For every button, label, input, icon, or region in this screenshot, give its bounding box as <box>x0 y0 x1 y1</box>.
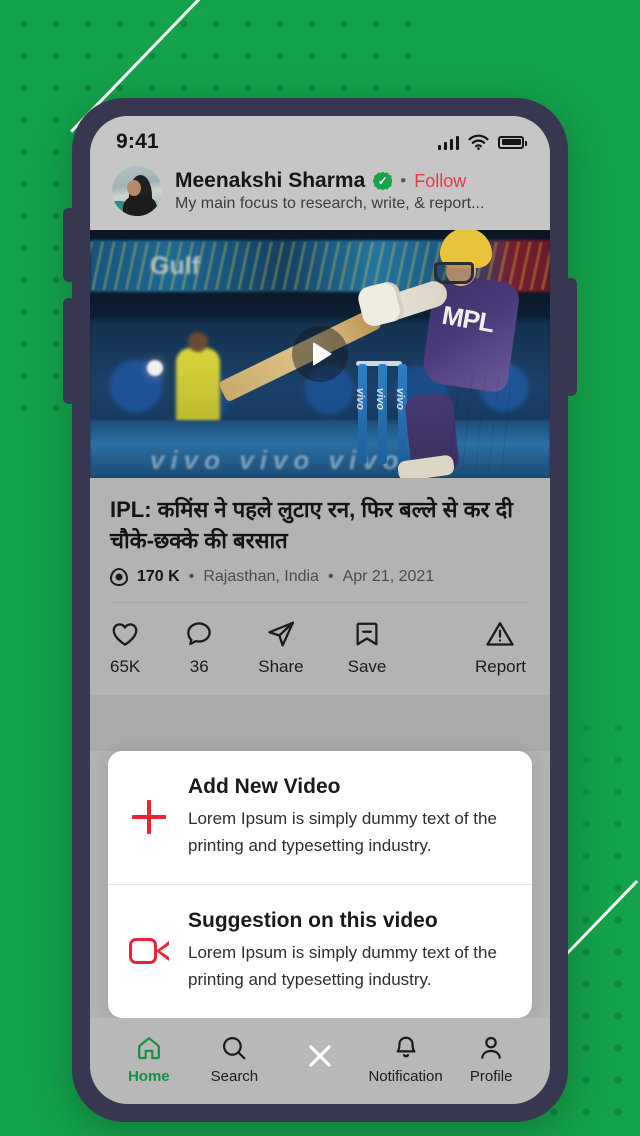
article-section: IPL: कमिंस ने पहले लुटाए रन, फिर बल्ले स… <box>90 478 550 696</box>
share-label: Share <box>258 657 304 677</box>
report-button[interactable]: Report <box>475 619 526 677</box>
nav-label-search: Search <box>210 1067 259 1085</box>
option-description: Lorem Ipsum is simply dummy text of the … <box>188 942 497 990</box>
nav-item-profile[interactable]: Profile <box>448 1034 534 1085</box>
volume-up-button[interactable] <box>63 208 74 282</box>
video-camera-icon <box>128 938 170 965</box>
follow-button[interactable]: Follow <box>414 171 466 192</box>
author-name: Meenakshi Sharma <box>175 169 366 192</box>
status-bar-time: 9:41 <box>116 130 159 153</box>
nav-label-notification: Notification <box>368 1067 443 1085</box>
share-button[interactable]: Share <box>258 619 304 677</box>
phone-mockup: 9:41 Meenakshi Sharma ✓ • Follow My main… <box>63 98 577 1122</box>
volume-down-button[interactable] <box>63 298 74 404</box>
close-icon[interactable] <box>277 1039 363 1079</box>
plus-icon <box>128 800 170 835</box>
power-button[interactable] <box>566 278 577 396</box>
author-header[interactable]: Meenakshi Sharma ✓ • Follow My main focu… <box>90 162 550 230</box>
fielder-figure <box>176 332 220 430</box>
heart-icon <box>112 623 138 647</box>
action-bar: 65K 36 Share Save Report <box>110 602 530 695</box>
article-location: Rajasthan, India <box>203 568 319 586</box>
article-meta: 170 K • Rajasthan, India • Apr 21, 2021 <box>110 568 530 587</box>
nav-label-home: Home <box>127 1067 170 1085</box>
option-title: Add New Video <box>188 774 341 798</box>
like-count: 65K <box>110 657 141 677</box>
separator: • <box>188 568 195 586</box>
notification-bell-icon <box>396 1036 416 1057</box>
verified-badge-icon: ✓ <box>373 171 393 191</box>
comment-count: 36 <box>189 657 209 677</box>
author-text: Meenakshi Sharma ✓ • Follow My main focu… <box>175 169 528 213</box>
article-date: Apr 21, 2021 <box>342 568 435 586</box>
video-thumbnail[interactable]: vivo vivo vivo MPL <box>90 230 550 478</box>
nav-item-search[interactable]: Search <box>192 1034 278 1085</box>
report-label: Report <box>474 657 526 677</box>
cricket-ball <box>147 360 163 376</box>
signal-bars-icon <box>437 135 459 150</box>
battery-icon <box>498 135 527 149</box>
like-button[interactable]: 65K <box>110 619 140 677</box>
eye-icon <box>110 568 128 587</box>
option-description: Lorem Ipsum is simply dummy text of the … <box>188 808 497 856</box>
page-title: IPL: कमिंस ने पहले लुटाए रन, फिर बल्ले स… <box>110 497 513 554</box>
profile-icon <box>481 1036 501 1059</box>
save-label: Save <box>347 657 387 677</box>
view-count: 170 K <box>137 568 180 586</box>
phone-screen: 9:41 Meenakshi Sharma ✓ • Follow My main… <box>90 116 550 1104</box>
dimmed-overlay <box>90 695 550 751</box>
home-icon <box>137 1036 160 1059</box>
nav-item-notification[interactable]: Notification <box>363 1034 449 1085</box>
separator: • <box>400 171 407 190</box>
suggestion-option[interactable]: Suggestion on this video Lorem Ipsum is … <box>108 883 532 1018</box>
options-sheet: Add New Video Lorem Ipsum is simply dumm… <box>108 750 532 1018</box>
option-title: Suggestion on this video <box>188 908 438 932</box>
wifi-icon <box>468 134 489 150</box>
add-new-video-option[interactable]: Add New Video Lorem Ipsum is simply dumm… <box>108 751 532 884</box>
share-icon <box>268 622 294 647</box>
play-icon[interactable] <box>292 326 348 382</box>
warning-triangle-icon <box>486 622 515 647</box>
bookmark-icon <box>356 623 378 646</box>
avatar[interactable] <box>112 166 162 216</box>
nav-item-home[interactable]: Home <box>106 1034 192 1085</box>
search-icon <box>223 1036 246 1059</box>
save-button[interactable]: Save <box>347 619 387 677</box>
separator: • <box>327 568 334 586</box>
comment-icon <box>187 622 211 646</box>
batsman-figure: MPL <box>217 230 546 478</box>
status-bar-icons <box>437 134 527 150</box>
nav-label-profile: Profile <box>469 1067 513 1085</box>
status-bar: 9:41 <box>90 116 550 162</box>
author-bio: My main focus to research, write, & repo… <box>175 195 485 212</box>
comment-button[interactable]: 36 <box>184 619 214 677</box>
bottom-navigation: Home Search Notification Profile <box>90 1018 550 1104</box>
